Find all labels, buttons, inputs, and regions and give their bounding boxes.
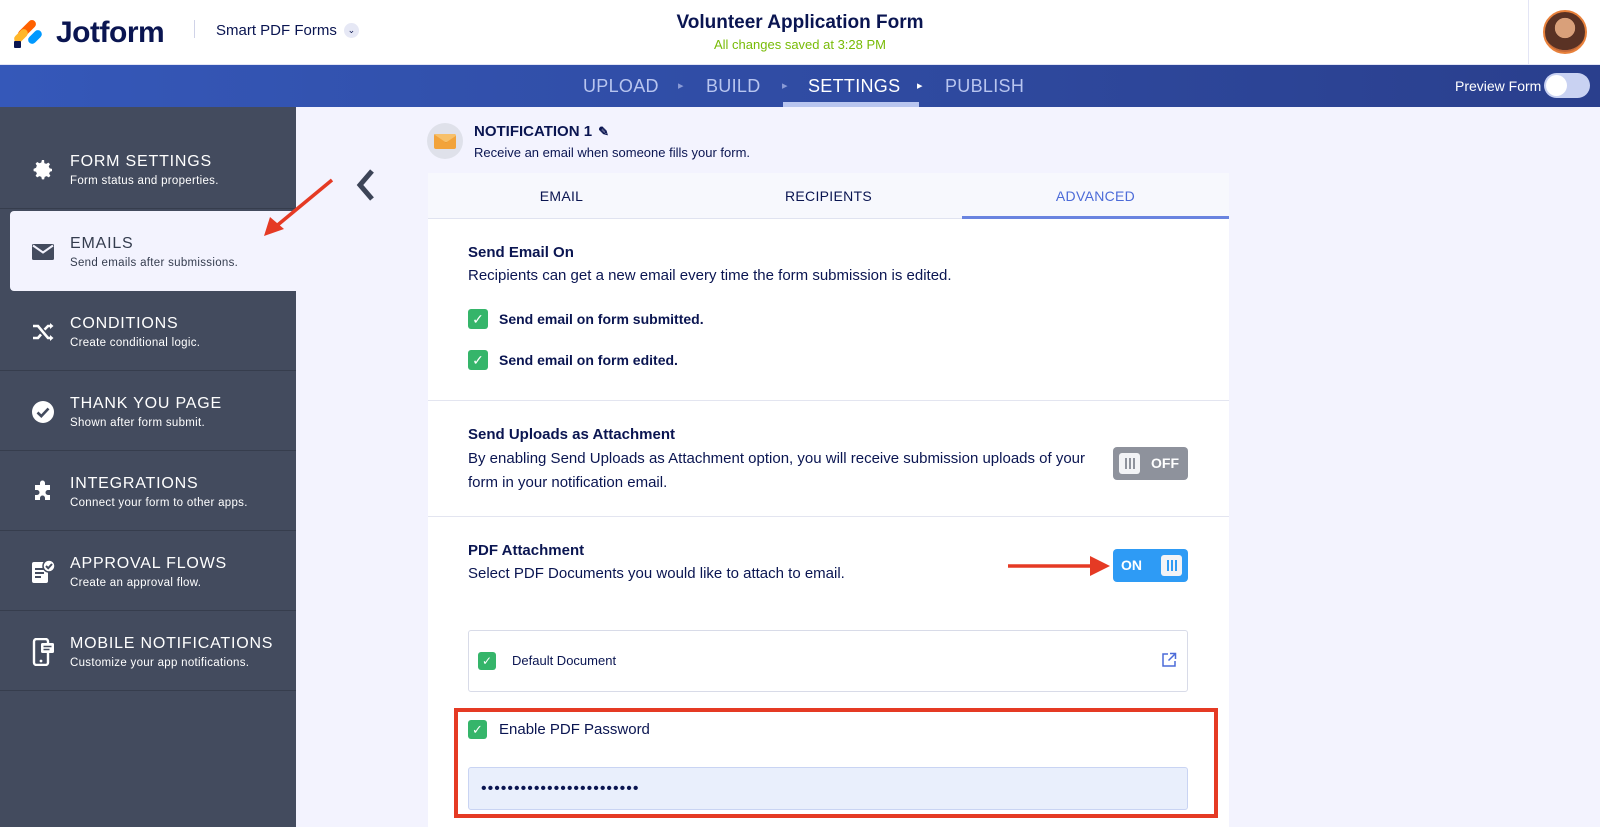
shuffle-icon: [30, 319, 56, 345]
form-title: Volunteer Application Form: [676, 12, 924, 33]
notification-icon: [427, 123, 463, 159]
pdf-attachment-toggle[interactable]: ON: [1113, 549, 1188, 582]
sidebar-item-title: INTEGRATIONS: [70, 475, 199, 492]
nav-step-build[interactable]: BUILD: [706, 76, 761, 97]
sidebar-item-title: FORM SETTINGS: [70, 153, 212, 170]
toggle-grip-icon: [1119, 453, 1140, 474]
mobile-icon: [30, 638, 56, 666]
default-document-label: Default Document: [512, 653, 617, 668]
wizard-nav: UPLOAD ▸ BUILD ▸ SETTINGS ▸ PUBLISH Prev…: [0, 65, 1600, 107]
sidebar-item-subtitle: Create an approval flow.: [70, 577, 202, 589]
header-divider-right: [1528, 0, 1529, 65]
nav-step-upload[interactable]: UPLOAD: [583, 76, 659, 97]
toggle-state-label: OFF: [1151, 455, 1179, 471]
send-on-edited-label: Send email on form edited.: [499, 352, 678, 368]
notification-subtitle: Receive an email when someone fills your…: [474, 145, 751, 160]
nav-step-settings[interactable]: SETTINGS: [808, 76, 900, 97]
toggle-state-label: ON: [1121, 557, 1142, 573]
tab-email[interactable]: EMAIL: [428, 173, 695, 219]
settings-sidebar: FORM SETTINGS Form status and properties…: [0, 107, 296, 827]
step-arrow-icon: ▸: [782, 80, 788, 92]
send-on-edited-checkbox[interactable]: ✓: [468, 350, 488, 370]
sidebar-item-title: EMAILS: [70, 235, 134, 252]
sidebar-item-approval-flows[interactable]: APPROVAL FLOWS Create an approval flow.: [0, 531, 296, 611]
step-arrow-icon: ▸: [678, 80, 684, 92]
puzzle-icon: [30, 479, 56, 505]
envelope-icon: [30, 239, 56, 265]
enable-pdf-password-checkbox[interactable]: ✓: [468, 720, 487, 739]
sidebar-item-mobile-notifications[interactable]: MOBILE NOTIFICATIONS Customize your app …: [0, 611, 296, 691]
sidebar-item-form-settings[interactable]: FORM SETTINGS Form status and properties…: [0, 129, 296, 209]
tab-recipients[interactable]: RECIPIENTS: [695, 173, 962, 219]
sidebar-item-thank-you-page[interactable]: THANK YOU PAGE Shown after form submit.: [0, 371, 296, 451]
sidebar-item-title: THANK YOU PAGE: [70, 395, 222, 412]
sidebar-item-subtitle: Form status and properties.: [70, 175, 219, 187]
sidebar-item-title: CONDITIONS: [70, 315, 179, 332]
sidebar-item-title: MOBILE NOTIFICATIONS: [70, 635, 274, 652]
check-circle-icon: [30, 399, 56, 425]
active-step-underline: [783, 102, 919, 107]
toggle-grip-icon: [1161, 555, 1182, 576]
sidebar-item-emails[interactable]: EMAILS Send emails after submissions.: [10, 211, 296, 291]
send-email-on-title: Send Email On: [468, 244, 574, 261]
enable-pdf-password-label: Enable PDF Password: [499, 721, 650, 738]
uploads-attachment-toggle[interactable]: OFF: [1113, 447, 1188, 480]
send-email-on-description: Recipients can get a new email every tim…: [468, 267, 952, 284]
sidebar-item-integrations[interactable]: INTEGRATIONS Connect your form to other …: [0, 451, 296, 531]
sidebar-item-subtitle: Shown after form submit.: [70, 417, 206, 429]
toggle-knob: [1546, 75, 1567, 96]
sidebar-item-subtitle: Send emails after submissions.: [70, 257, 239, 269]
tab-advanced[interactable]: ADVANCED: [962, 173, 1229, 219]
send-on-submitted-checkbox[interactable]: ✓: [468, 309, 488, 329]
send-on-submitted-label: Send email on form submitted.: [499, 311, 704, 327]
pdf-attachment-title: PDF Attachment: [468, 542, 585, 559]
pdf-attachment-description: Select PDF Documents you would like to a…: [468, 565, 845, 582]
uploads-attachment-title: Send Uploads as Attachment: [468, 426, 675, 443]
collapse-sidebar-chevron-icon[interactable]: [356, 168, 376, 202]
step-arrow-icon: ▸: [917, 80, 923, 92]
uploads-attachment-description: By enabling Send Uploads as Attachment o…: [468, 450, 1086, 491]
pencil-icon[interactable]: ✎: [598, 124, 609, 140]
preview-form-toggle[interactable]: [1544, 73, 1590, 98]
external-link-icon[interactable]: [1161, 652, 1177, 668]
nav-step-publish[interactable]: PUBLISH: [945, 76, 1024, 97]
sidebar-item-subtitle: Create conditional logic.: [70, 337, 201, 349]
notification-title-text: NOTIFICATION 1: [474, 123, 593, 140]
section-divider: [428, 516, 1229, 517]
top-header: Jotform Smart PDF Forms ⌄ Volunteer Appl…: [0, 0, 1600, 65]
section-divider: [428, 400, 1229, 401]
sidebar-item-title: APPROVAL FLOWS: [70, 555, 228, 572]
sidebar-item-subtitle: Connect your form to other apps.: [70, 497, 248, 509]
save-status: All changes saved at 3:28 PM: [714, 37, 886, 52]
approval-icon: [30, 559, 56, 585]
sidebar-item-conditions[interactable]: CONDITIONS Create conditional logic.: [0, 291, 296, 371]
sidebar-item-subtitle: Customize your app notifications.: [70, 657, 250, 669]
default-document-checkbox[interactable]: ✓: [478, 652, 496, 670]
notification-title[interactable]: NOTIFICATION 1 ✎: [474, 123, 609, 140]
pdf-password-input[interactable]: [468, 767, 1188, 810]
envelope-icon: [434, 133, 456, 149]
gear-icon: [30, 157, 56, 183]
notification-tabs: EMAIL RECIPIENTS ADVANCED: [428, 173, 1229, 219]
preview-form-label: Preview Form: [1455, 78, 1542, 94]
user-avatar[interactable]: [1543, 10, 1587, 54]
